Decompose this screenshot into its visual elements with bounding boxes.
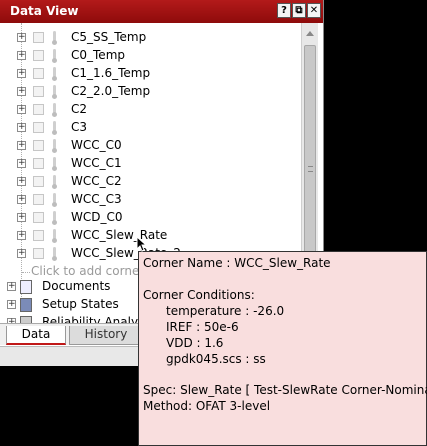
corner-checkbox[interactable] [33,194,44,205]
thermometer-icon [52,49,57,63]
tree-item-corner[interactable]: + C3 [0,119,301,137]
expand-icon[interactable]: + [17,141,26,150]
tree-item-corner[interactable]: + C5_SS_Temp [0,29,301,47]
corner-tooltip: Corner Name : WCC_Slew_Rate Corner Condi… [138,251,427,446]
panel-titlebar: Data View ? ⧉ ✕ [0,0,323,23]
thermometer-icon [52,229,57,243]
tree-item-label: Documents [42,279,111,293]
corner-checkbox[interactable] [33,104,44,115]
corner-checkbox[interactable] [33,212,44,223]
tab-history[interactable]: History [69,326,143,345]
tree-guide-branch [22,272,30,273]
scroll-up-icon[interactable] [306,31,314,36]
corner-label: WCC_C2 [71,174,122,188]
expand-icon[interactable]: + [17,177,26,186]
thermometer-icon [52,67,57,81]
thermometer-icon [52,85,57,99]
thermometer-icon [52,247,57,261]
corner-checkbox[interactable] [33,248,44,259]
corner-checkbox[interactable] [33,122,44,133]
expand-icon[interactable]: + [17,123,26,132]
corner-checkbox[interactable] [33,230,44,241]
corner-checkbox[interactable] [33,32,44,43]
corner-checkbox[interactable] [33,140,44,151]
expand-icon[interactable]: + [17,195,26,204]
documents-icon [20,280,32,294]
expand-icon[interactable]: + [17,33,26,42]
tooltip-spec: Spec: Slew_Rate [ Test-SlewRate Corner-N… [143,383,427,397]
expand-icon[interactable]: + [17,249,26,258]
thermometer-icon [52,31,57,45]
expand-icon[interactable]: + [17,69,26,78]
expand-icon[interactable]: + [17,231,26,240]
thermometer-icon [52,193,57,207]
corner-label: WCC_Slew_Rate [71,228,168,242]
corner-label: WCC_C3 [71,192,122,206]
setup-states-icon [20,298,32,312]
mouse-cursor-icon [136,236,148,252]
expand-icon[interactable]: + [17,87,26,96]
corner-checkbox[interactable] [33,158,44,169]
corner-label: WCC_C0 [71,138,122,152]
corner-label: WCD_C0 [71,210,123,224]
reliability-icon [20,316,32,323]
thermometer-icon [52,157,57,171]
tooltip-corner-name: Corner Name : WCC_Slew_Rate [143,256,331,270]
tree-item-corner[interactable]: + C1_1.6_Temp [0,65,301,83]
corner-label: C0_Temp [71,48,125,62]
thermometer-icon [52,211,57,225]
thermometer-icon [52,103,57,117]
expand-icon[interactable]: + [17,159,26,168]
expand-icon[interactable]: + [17,51,26,60]
corner-label: WCC_C1 [71,156,122,170]
corner-checkbox[interactable] [33,86,44,97]
tree-item-label: Setup States [42,297,119,311]
close-button[interactable]: ✕ [307,3,321,18]
tree-item-corner[interactable]: + WCC_Slew_Rate [0,227,301,245]
tree-item-corner[interactable]: + WCD_C0 [0,209,301,227]
corner-label: C2 [71,102,88,116]
tooltip-condition: gpdk045.scs : ss [166,352,266,366]
tree-item-corner[interactable]: + WCC_C0 [0,137,301,155]
grip-icon [308,166,313,172]
thermometer-icon [52,121,57,135]
expand-icon[interactable]: + [17,213,26,222]
corner-label: C5_SS_Temp [71,30,147,44]
tree-item-corner[interactable]: + C2_2.0_Temp [0,83,301,101]
add-corner-placeholder[interactable]: Click to add corner [31,264,144,278]
tooltip-method: Method: OFAT 3-level [143,399,271,413]
corner-checkbox[interactable] [33,50,44,61]
corner-checkbox[interactable] [33,176,44,187]
tooltip-condition: IREF : 50e-6 [166,320,239,334]
thermometer-icon [52,139,57,153]
tree-item-corner[interactable]: + C2 [0,101,301,119]
expand-icon[interactable]: + [17,105,26,114]
tree-item-corner[interactable]: + WCC_C2 [0,173,301,191]
tree-item-corner[interactable]: + C0_Temp [0,47,301,65]
panel-title: Data View [10,4,79,18]
tree-item-corner[interactable]: + WCC_C3 [0,191,301,209]
help-button[interactable]: ? [277,3,291,18]
corner-label: C2_2.0_Temp [71,84,151,98]
tooltip-conditions-header: Corner Conditions: [143,288,255,302]
float-button[interactable]: ⧉ [292,3,306,18]
tooltip-condition: temperature : -26.0 [166,304,285,318]
tooltip-condition: VDD : 1.6 [166,336,224,350]
expand-icon[interactable]: + [7,300,16,309]
thermometer-icon [52,175,57,189]
corner-label: C1_1.6_Temp [71,66,151,80]
expand-icon[interactable]: + [7,282,16,291]
tree-item-corner[interactable]: + WCC_C1 [0,155,301,173]
corner-label: C3 [71,120,88,134]
corner-checkbox[interactable] [33,68,44,79]
tab-data[interactable]: Data [6,326,66,345]
